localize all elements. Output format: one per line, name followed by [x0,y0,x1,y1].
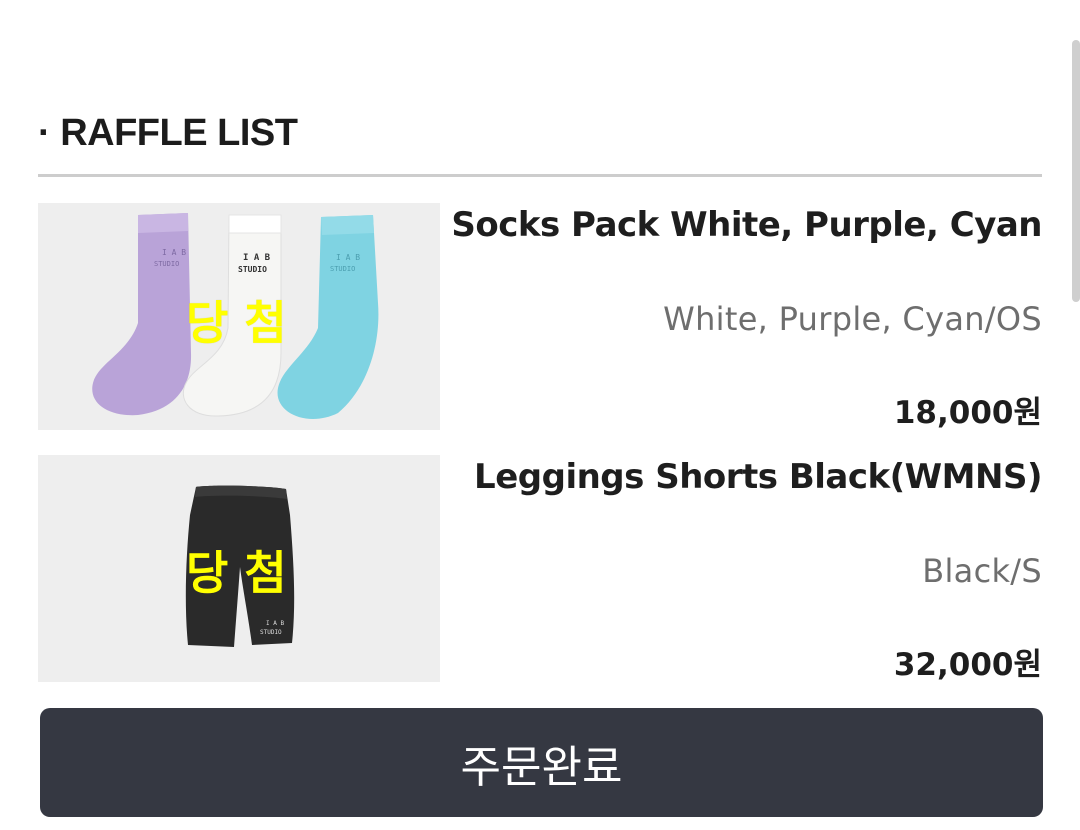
socks-pack-image: I A B STUDIO I A B STUDIO I A B STUDIO 당… [38,203,440,430]
product-option: White, Purple, Cyan/OS [663,300,1042,338]
scrollbar[interactable] [1072,40,1080,302]
list-item[interactable]: I A B STUDIO I A B STUDIO I A B STUDIO 당… [38,203,1042,431]
sock-studio-text: STUDIO [238,265,267,274]
product-option: Black/S [922,552,1042,590]
order-complete-button[interactable]: 주문완료 [40,708,1043,817]
sock-studio-text: STUDIO [154,260,179,268]
winner-stamp: 당 첨 [186,546,287,600]
sock-studio-text: STUDIO [330,265,355,273]
divider [38,174,1042,177]
winner-stamp: 당 첨 [186,296,287,350]
product-price: 18,000원 [893,395,1042,431]
shorts-brand-text: I A B [266,620,284,627]
leggings-shorts-image: I A B STUDIO 당 첨 [38,455,440,682]
section-title: · RAFFLE LIST [38,112,298,154]
product-name[interactable]: Leggings Shorts Black(WMNS) [474,457,1042,497]
product-price: 32,000원 [893,647,1042,683]
shorts-studio-text: STUDIO [260,629,282,636]
sock-brand-text: I A B [162,248,186,257]
list-item[interactable]: I A B STUDIO 당 첨 Leggings Shorts Black(W… [38,455,1042,683]
product-name[interactable]: Socks Pack White, Purple, Cyan [451,205,1042,245]
sock-brand-text: I A B [336,253,360,262]
sock-brand-text: I A B [243,253,271,263]
